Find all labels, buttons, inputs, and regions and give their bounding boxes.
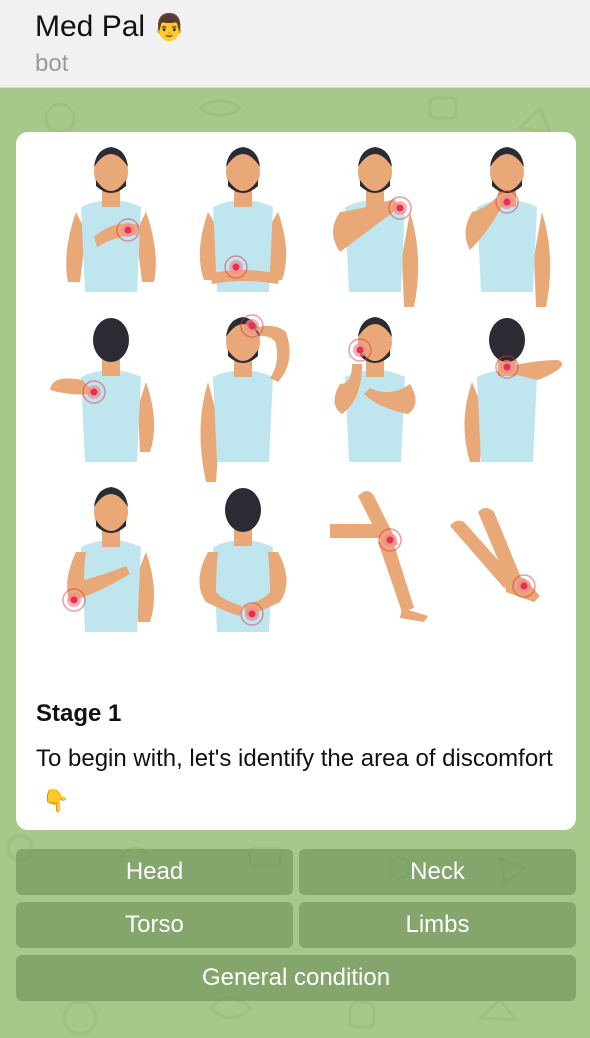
- figure-toothache: [334, 317, 416, 462]
- figure-knee-pain: [330, 491, 428, 622]
- figure-chest-pain: [66, 147, 156, 292]
- chat-title[interactable]: Med Pal: [35, 10, 145, 44]
- figure-ankle-pain: [450, 508, 540, 602]
- pointing-down-icon: 👇: [42, 788, 70, 813]
- figure-headache: [200, 314, 290, 482]
- limbs-button[interactable]: Limbs: [299, 902, 576, 948]
- figure-stomach-pain: [199, 147, 287, 292]
- chat-subtitle: bot: [35, 50, 69, 77]
- chat-header: Med Pal 👨 bot: [0, 0, 590, 88]
- figure-neck-pain: [464, 318, 563, 462]
- figure-elbow-pain: [62, 487, 155, 632]
- message-text: To begin with, let's identify the area o…: [36, 738, 556, 822]
- general-condition-button[interactable]: General condition: [16, 955, 576, 1001]
- body-pain-areas-illustration[interactable]: [16, 132, 576, 652]
- stage-title: Stage 1: [36, 700, 122, 727]
- torso-button[interactable]: Torso: [16, 902, 293, 948]
- neck-button[interactable]: Neck: [299, 849, 576, 895]
- message-card: Stage 1 To begin with, let's identify th…: [16, 132, 576, 830]
- figure-upper-back-pain: [50, 318, 155, 462]
- figure-shoulder-pain: [333, 147, 419, 307]
- figure-lower-back-pain: [199, 488, 287, 632]
- figure-throat-pain: [465, 147, 551, 307]
- head-button[interactable]: Head: [16, 849, 293, 895]
- avatar-emoji: 👨: [153, 11, 186, 42]
- message-body: To begin with, let's identify the area o…: [36, 745, 553, 772]
